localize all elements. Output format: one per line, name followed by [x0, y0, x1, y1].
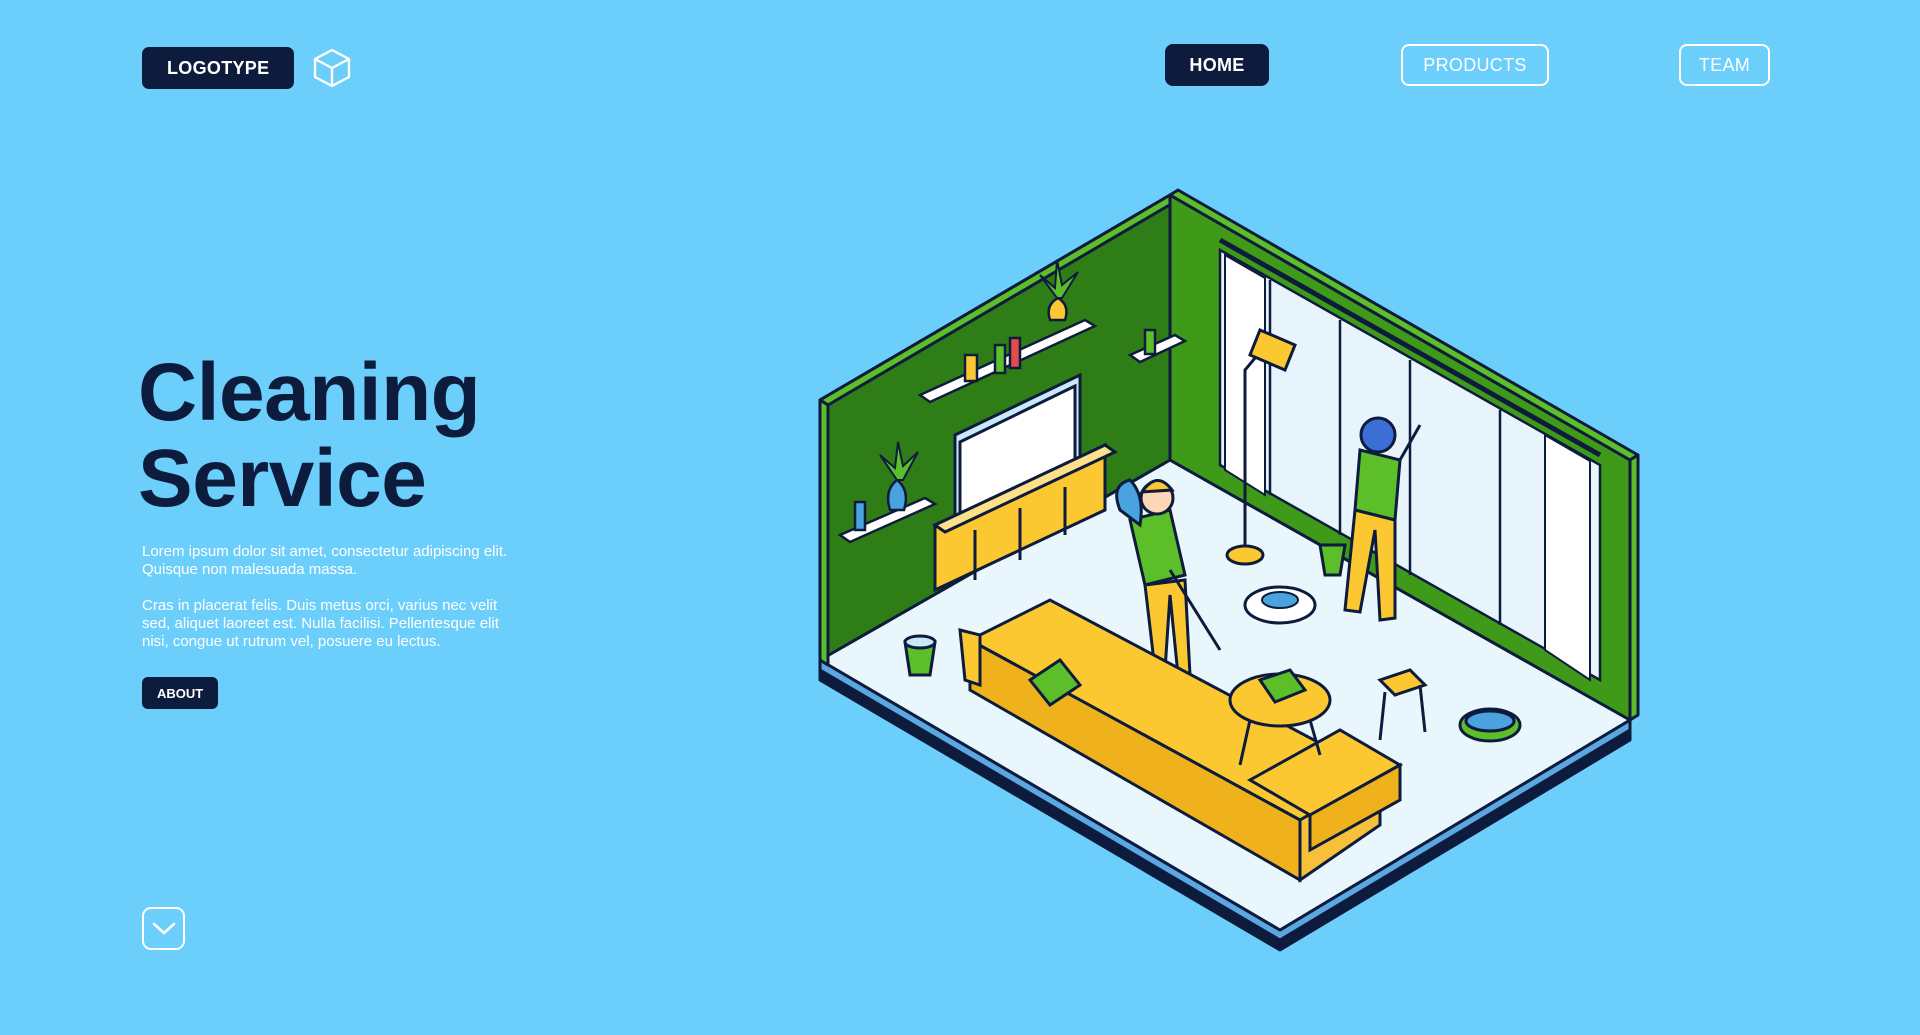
hero-title: Cleaning Service	[138, 347, 481, 524]
hero-paragraph-2: Cras in placerat felis. Duis metus orci,…	[142, 597, 499, 650]
hero-paragraph-1: Lorem ipsum dolor sit amet, consectetur …	[142, 543, 508, 578]
hero-title-line2: Service	[138, 433, 427, 524]
room-illustration	[818, 188, 1640, 952]
about-button[interactable]: ABOUT	[142, 677, 219, 709]
scroll-down-button[interactable]	[142, 907, 185, 950]
nav-team-button[interactable]: TEAM	[1679, 44, 1770, 86]
hero-title-line1: Cleaning	[138, 347, 481, 438]
chevron-down-icon	[152, 922, 175, 934]
nav-home-button[interactable]: HOME	[1165, 44, 1269, 86]
nav-products-button[interactable]: PRODUCTS	[1401, 44, 1549, 86]
main-nav: HOME PRODUCTS TEAM	[0, 44, 1920, 88]
